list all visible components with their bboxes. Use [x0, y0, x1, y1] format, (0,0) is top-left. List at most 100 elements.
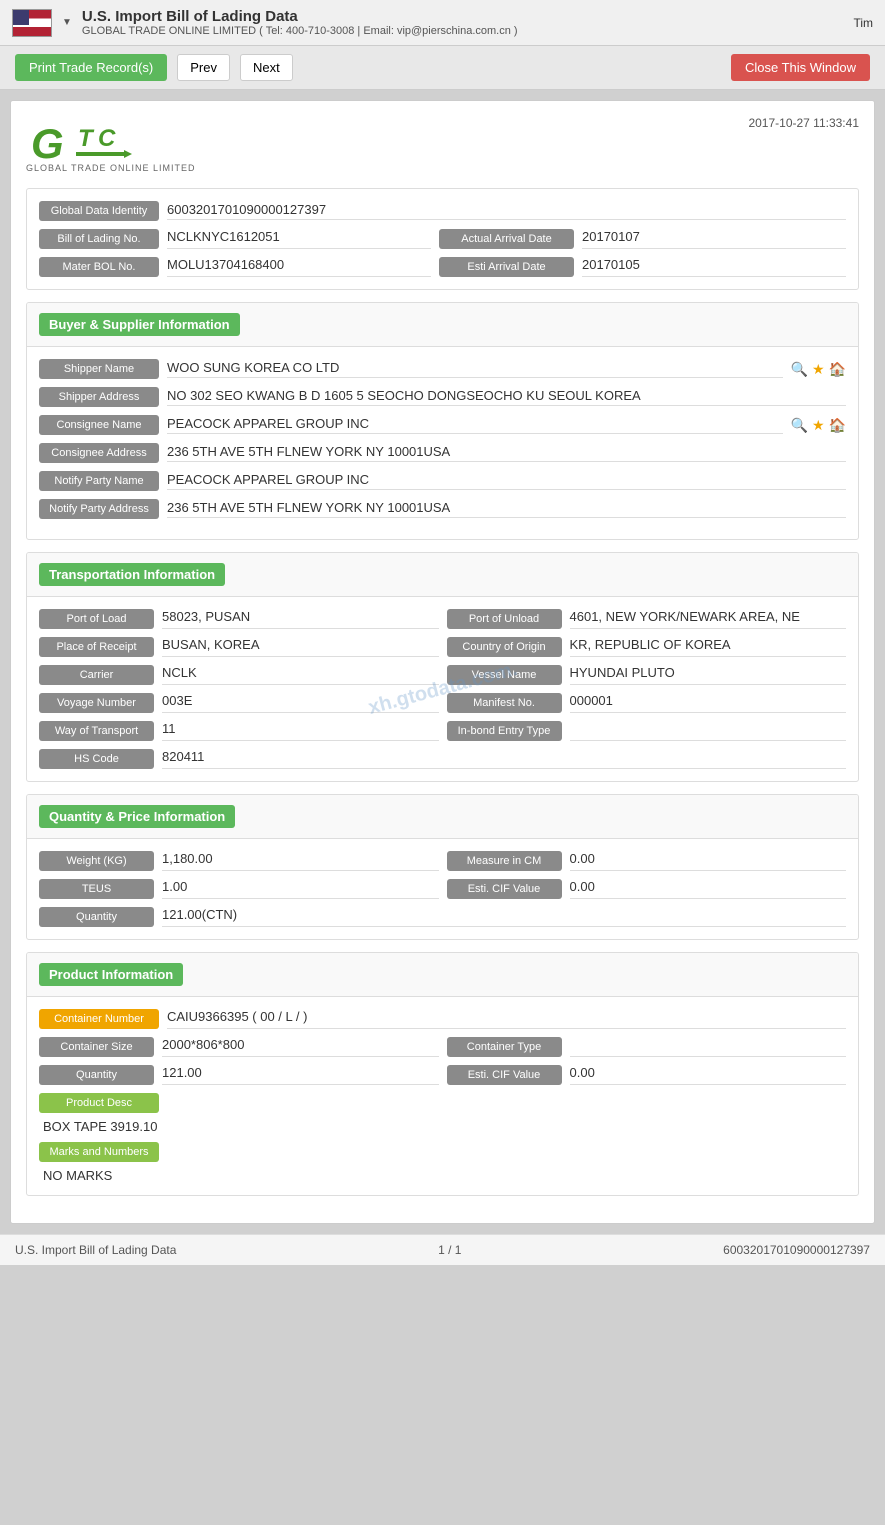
- footer-left: U.S. Import Bill of Lading Data: [15, 1243, 176, 1257]
- port-of-load-value: 58023, PUSAN: [162, 609, 439, 629]
- transportation-title-bar: Transportation Information: [27, 553, 858, 597]
- doc-header: G T C GLOBAL TRADE ONLINE LIMITED 2017-1…: [26, 116, 859, 173]
- marks-numbers-label: Marks and Numbers: [39, 1142, 159, 1162]
- measure-cm-label: Measure in CM: [447, 851, 562, 871]
- shipper-address-label: Shipper Address: [39, 387, 159, 407]
- quantity-price-body: Weight (KG) 1,180.00 Measure in CM 0.00 …: [27, 839, 858, 939]
- product-desc-section: Product Desc BOX TAPE 3919.10: [39, 1093, 846, 1134]
- shipper-star-icon[interactable]: ★: [812, 361, 825, 378]
- shipper-icons: 🔍 ★ 🏠: [791, 361, 846, 378]
- close-button[interactable]: Close This Window: [731, 54, 870, 81]
- global-data-identity-value: 6003201701090000127397: [167, 202, 846, 220]
- voyage-number-label: Voyage Number: [39, 693, 154, 713]
- dropdown-arrow[interactable]: ▼: [62, 17, 72, 28]
- buyer-supplier-title-bar: Buyer & Supplier Information: [27, 303, 858, 347]
- notify-party-name-row: Notify Party Name PEACOCK APPAREL GROUP …: [39, 471, 846, 491]
- esti-arrival-label: Esti Arrival Date: [439, 257, 574, 277]
- header-title: U.S. Import Bill of Lading Data: [82, 8, 518, 25]
- product-quantity-label: Quantity: [39, 1065, 154, 1085]
- voyage-manifest-row: Voyage Number 003E Manifest No. 000001: [39, 693, 846, 713]
- logo-subtitle: GLOBAL TRADE ONLINE LIMITED: [26, 163, 196, 173]
- quantity-label: Quantity: [39, 907, 154, 927]
- toolbar: Print Trade Record(s) Prev Next Close Th…: [0, 46, 885, 90]
- identity-section: Global Data Identity 6003201701090000127…: [26, 188, 859, 290]
- port-row: Port of Load 58023, PUSAN Port of Unload…: [39, 609, 846, 629]
- quantity-value: 121.00(CTN): [162, 907, 846, 927]
- weight-measure-row: Weight (KG) 1,180.00 Measure in CM 0.00: [39, 851, 846, 871]
- main-content: G T C GLOBAL TRADE ONLINE LIMITED 2017-1…: [10, 100, 875, 1224]
- buyer-supplier-title: Buyer & Supplier Information: [39, 313, 240, 336]
- shipper-name-row: Shipper Name WOO SUNG KOREA CO LTD 🔍 ★ 🏠: [39, 359, 846, 379]
- container-number-value: CAIU9366395 ( 00 / L / ): [167, 1009, 846, 1029]
- voyage-number-value: 003E: [162, 693, 439, 713]
- consignee-home-icon[interactable]: 🏠: [829, 417, 846, 434]
- weight-kg-label: Weight (KG): [39, 851, 154, 871]
- container-number-label: Container Number: [39, 1009, 159, 1029]
- consignee-address-row: Consignee Address 236 5TH AVE 5TH FLNEW …: [39, 443, 846, 463]
- doc-timestamp: 2017-10-27 11:33:41: [748, 116, 859, 130]
- port-of-load-label: Port of Load: [39, 609, 154, 629]
- marks-numbers-value: NO MARKS: [39, 1168, 846, 1183]
- teus-cif-row: TEUS 1.00 Esti. CIF Value 0.00: [39, 879, 846, 899]
- quantity-price-title-bar: Quantity & Price Information: [27, 795, 858, 839]
- manifest-no-value: 000001: [570, 693, 847, 713]
- vessel-name-label: Vessel Name: [447, 665, 562, 685]
- notify-party-address-row: Notify Party Address 236 5TH AVE 5TH FLN…: [39, 499, 846, 519]
- product-info-title-bar: Product Information: [27, 953, 858, 997]
- consignee-star-icon[interactable]: ★: [812, 417, 825, 434]
- global-data-identity-label: Global Data Identity: [39, 201, 159, 221]
- product-esti-cif-label: Esti. CIF Value: [447, 1065, 562, 1085]
- buyer-supplier-body: Shipper Name WOO SUNG KOREA CO LTD 🔍 ★ 🏠…: [27, 347, 858, 539]
- quantity-price-title: Quantity & Price Information: [39, 805, 235, 828]
- weight-kg-value: 1,180.00: [162, 851, 439, 871]
- product-esti-cif-value: 0.00: [570, 1065, 847, 1085]
- place-of-receipt-label: Place of Receipt: [39, 637, 154, 657]
- container-type-value: [570, 1037, 847, 1057]
- next-button[interactable]: Next: [240, 54, 293, 81]
- esti-arrival-value: 20170105: [582, 257, 846, 277]
- global-data-identity-row: Global Data Identity 6003201701090000127…: [39, 201, 846, 221]
- bill-of-lading-label: Bill of Lading No.: [39, 229, 159, 249]
- esti-cif-value: 0.00: [570, 879, 847, 899]
- doc-footer: U.S. Import Bill of Lading Data 1 / 1 60…: [0, 1234, 885, 1265]
- shipper-search-icon[interactable]: 🔍: [791, 361, 808, 378]
- place-of-receipt-value: BUSAN, KOREA: [162, 637, 439, 657]
- shipper-address-value: NO 302 SEO KWANG B D 1605 5 SEOCHO DONGS…: [167, 388, 846, 406]
- vessel-name-value: HYUNDAI PLUTO: [570, 665, 847, 685]
- receipt-origin-row: Place of Receipt BUSAN, KOREA Country of…: [39, 637, 846, 657]
- carrier-label: Carrier: [39, 665, 154, 685]
- shipper-home-icon[interactable]: 🏠: [829, 361, 846, 378]
- manifest-no-label: Manifest No.: [447, 693, 562, 713]
- shipper-name-label: Shipper Name: [39, 359, 159, 379]
- teus-value: 1.00: [162, 879, 439, 899]
- mater-bol-value: MOLU13704168400: [167, 257, 431, 277]
- mater-bol-label: Mater BOL No.: [39, 257, 159, 277]
- quantity-price-section: Quantity & Price Information Weight (KG)…: [26, 794, 859, 940]
- prev-button[interactable]: Prev: [177, 54, 230, 81]
- buyer-supplier-section: Buyer & Supplier Information Shipper Nam…: [26, 302, 859, 540]
- consignee-icons: 🔍 ★ 🏠: [791, 417, 846, 434]
- teus-label: TEUS: [39, 879, 154, 899]
- port-of-unload-label: Port of Unload: [447, 609, 562, 629]
- header-subtitle: GLOBAL TRADE ONLINE LIMITED ( Tel: 400-7…: [82, 25, 518, 37]
- svg-text:C: C: [98, 125, 116, 152]
- hs-code-label: HS Code: [39, 749, 154, 769]
- shipper-address-row: Shipper Address NO 302 SEO KWANG B D 160…: [39, 387, 846, 407]
- quantity-row: Quantity 121.00(CTN): [39, 907, 846, 927]
- product-info-body: Container Number CAIU9366395 ( 00 / L / …: [27, 997, 858, 1195]
- product-quantity-value: 121.00: [162, 1065, 439, 1085]
- bol-arrival-row: Bill of Lading No. NCLKNYC1612051 Actual…: [39, 229, 846, 249]
- container-size-type-row: Container Size 2000*806*800 Container Ty…: [39, 1037, 846, 1057]
- footer-right: 6003201701090000127397: [723, 1243, 870, 1257]
- consignee-name-value: PEACOCK APPAREL GROUP INC: [167, 416, 783, 434]
- mater-bol-row: Mater BOL No. MOLU13704168400 Esti Arriv…: [39, 257, 846, 277]
- svg-text:G: G: [31, 120, 64, 167]
- top-header: ▼ U.S. Import Bill of Lading Data GLOBAL…: [0, 0, 885, 46]
- container-type-label: Container Type: [447, 1037, 562, 1057]
- carrier-value: NCLK: [162, 665, 439, 685]
- consignee-search-icon[interactable]: 🔍: [791, 417, 808, 434]
- in-bond-entry-label: In-bond Entry Type: [447, 721, 562, 741]
- print-button[interactable]: Print Trade Record(s): [15, 54, 167, 81]
- product-information-section: Product Information Container Number CAI…: [26, 952, 859, 1196]
- svg-text:T: T: [78, 125, 95, 152]
